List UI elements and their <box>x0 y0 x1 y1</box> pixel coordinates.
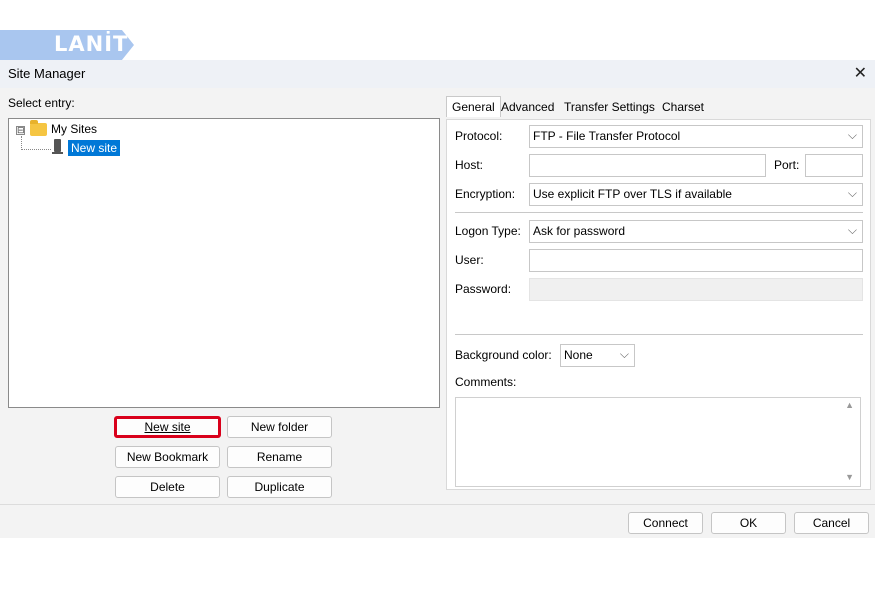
site-manager-window: Site Manager ✕ Select entry: ⊟ My Sites … <box>0 60 875 538</box>
delete-button[interactable]: Delete <box>115 476 220 498</box>
background-color-label: Background color: <box>455 348 552 362</box>
ok-button[interactable]: OK <box>711 512 786 534</box>
footer-divider <box>0 504 875 505</box>
user-label: User: <box>455 253 484 267</box>
logon-type-label: Logon Type: <box>455 224 521 238</box>
background-color-select[interactable]: None <box>560 344 635 367</box>
cancel-button[interactable]: Cancel <box>794 512 869 534</box>
new-site-button[interactable]: New site <box>114 416 221 438</box>
window-title: Site Manager <box>8 66 86 81</box>
collapse-icon[interactable]: ⊟ <box>16 126 25 135</box>
scroll-down-icon[interactable]: ▼ <box>845 472 854 482</box>
encryption-value: Use explicit FTP over TLS if available <box>533 187 732 201</box>
encryption-select[interactable]: Use explicit FTP over TLS if available <box>529 183 863 206</box>
protocol-select[interactable]: FTP - File Transfer Protocol <box>529 125 863 148</box>
port-input[interactable] <box>805 154 863 177</box>
background-color-value: None <box>564 348 593 362</box>
logo-text: LANİT <box>54 32 129 56</box>
title-bar: Site Manager ✕ <box>0 60 875 88</box>
tree-root-my-sites[interactable]: My Sites <box>51 122 97 136</box>
scroll-up-icon[interactable]: ▲ <box>845 400 854 410</box>
select-entry-label: Select entry: <box>8 96 75 110</box>
site-tree[interactable]: ⊟ My Sites New site <box>8 118 440 408</box>
tree-connector <box>21 149 51 150</box>
protocol-label: Protocol: <box>455 129 503 143</box>
password-label: Password: <box>455 282 512 296</box>
host-input[interactable] <box>529 154 766 177</box>
connect-button[interactable]: Connect <box>628 512 703 534</box>
section-divider <box>455 212 863 213</box>
close-icon[interactable]: ✕ <box>854 63 867 83</box>
logon-type-value: Ask for password <box>533 224 626 238</box>
new-bookmark-button[interactable]: New Bookmark <box>115 446 220 468</box>
server-icon <box>52 139 63 154</box>
protocol-value: FTP - File Transfer Protocol <box>533 129 681 143</box>
tree-connector <box>21 136 22 150</box>
new-site-button-label: New site <box>144 420 191 434</box>
lanit-logo: LANİT <box>0 30 134 60</box>
new-folder-button[interactable]: New folder <box>227 416 332 438</box>
port-label: Port: <box>774 158 800 172</box>
section-divider <box>455 334 863 335</box>
tree-item-new-site[interactable]: New site <box>68 140 121 156</box>
encryption-label: Encryption: <box>455 187 516 201</box>
password-input <box>529 278 863 301</box>
tab-general[interactable]: General <box>446 96 501 117</box>
user-input[interactable] <box>529 249 863 272</box>
rename-button[interactable]: Rename <box>227 446 332 468</box>
comments-textarea[interactable]: ▲ ▼ <box>455 397 861 487</box>
duplicate-button[interactable]: Duplicate <box>227 476 332 498</box>
tab-advanced[interactable]: Advanced <box>497 98 558 116</box>
tab-transfer-settings[interactable]: Transfer Settings <box>560 98 659 116</box>
tab-charset[interactable]: Charset <box>658 98 708 116</box>
logon-type-select[interactable]: Ask for password <box>529 220 863 243</box>
tab-bar: General Advanced Transfer Settings Chars… <box>446 96 871 119</box>
folder-icon <box>30 120 47 136</box>
host-label: Host: <box>455 158 484 172</box>
comments-label: Comments: <box>455 375 517 389</box>
